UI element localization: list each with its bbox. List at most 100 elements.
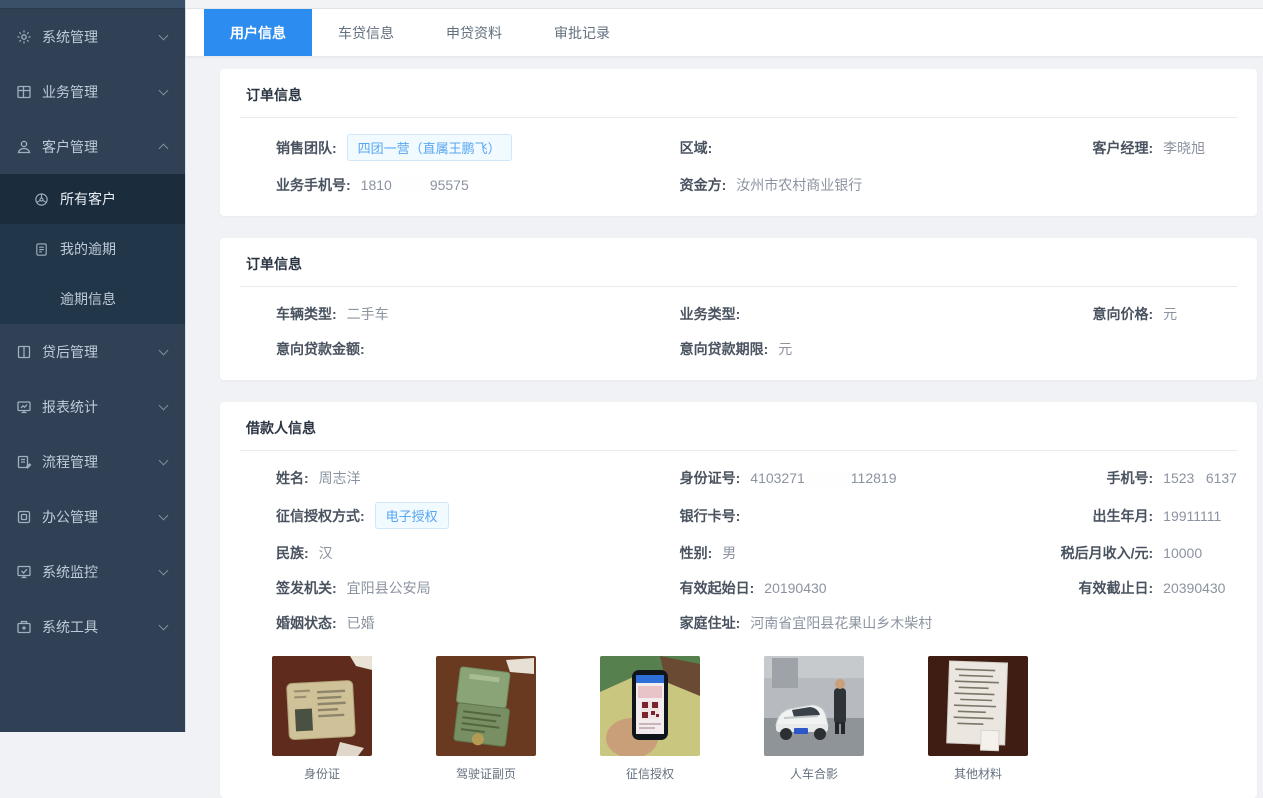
user-icon <box>16 139 32 155</box>
sidebar-item-label: 客户管理 <box>42 137 98 157</box>
sidebar-item-label: 流程管理 <box>42 452 98 472</box>
wheel-icon <box>34 192 49 207</box>
sidebar-item-label: 贷后管理 <box>42 342 98 362</box>
chevron-down-icon <box>159 455 169 465</box>
book-icon <box>16 344 32 360</box>
document-thumbnails: 身份证 驾驶证副页 <box>272 656 1237 782</box>
sidebar-item-label: 办公管理 <box>42 507 98 527</box>
field-valid-from: 有效起始日: 20190430 <box>680 577 1036 599</box>
toolbox-icon <box>16 619 32 635</box>
order-info-card-1: 订单信息 销售团队: 四团一营（直属王鹏飞） 区域: 客户经理: 李晓旭 业务手… <box>220 69 1257 216</box>
sidebar-item-label: 报表统计 <box>42 397 98 417</box>
sidebar-item-process-management[interactable]: 流程管理 <box>0 434 185 489</box>
sidebar-item-label: 业务管理 <box>42 82 98 102</box>
chevron-down-icon <box>159 345 169 355</box>
credit-auth-tag: 电子授权 <box>375 502 449 529</box>
sidebar-item-postloan-management[interactable]: 贷后管理 <box>0 324 185 379</box>
sidebar-item-label: 系统管理 <box>42 27 98 47</box>
sidebar-item-system-management[interactable]: 系统管理 <box>0 9 185 64</box>
field-business-type: 业务类型: <box>680 303 1036 325</box>
tab-approval-records[interactable]: 审批记录 <box>528 9 636 56</box>
chevron-down-icon <box>159 400 169 410</box>
chevron-up-icon <box>159 144 169 154</box>
field-intended-loan-amount: 意向贷款金额: <box>276 338 680 360</box>
phone-qr-photo[interactable]: 征信授权 <box>600 656 700 782</box>
customer-management-submenu: 所有客户 我的逾期 逾期信息 <box>0 174 185 324</box>
sidebar-item-all-customers[interactable]: 所有客户 <box>0 174 185 224</box>
field-mobile-phone: 手机号: 15236137 <box>1035 467 1237 489</box>
grid-icon <box>16 84 32 100</box>
tab-loan-application-docs[interactable]: 申贷资料 <box>420 9 528 56</box>
field-account-manager: 客户经理: 李晓旭 <box>1035 134 1237 161</box>
thumbnail-label: 驾驶证副页 <box>436 765 536 782</box>
field-issuing-authority: 签发机关: 宜阳县公安局 <box>276 577 680 599</box>
detail-tabs: 用户信息 车贷信息 申贷资料 审批记录 <box>186 9 1263 56</box>
field-gender: 性别: 男 <box>680 542 1036 564</box>
card-title: 订单信息 <box>240 82 1237 118</box>
field-birth-date: 出生年月: 19911111 <box>1035 502 1237 529</box>
office-icon <box>16 509 32 525</box>
thumbnail-label: 征信授权 <box>600 765 700 782</box>
tab-user-info[interactable]: 用户信息 <box>204 9 312 56</box>
tab-car-loan-info[interactable]: 车贷信息 <box>312 9 420 56</box>
field-intended-loan-term: 意向贷款期限: 元 <box>680 338 1036 360</box>
sidebar-item-business-management[interactable]: 业务管理 <box>0 64 185 119</box>
field-valid-until: 有效截止日: 20390430 <box>1035 577 1237 599</box>
handwritten-doc-photo[interactable]: 其他材料 <box>928 656 1028 782</box>
sidebar-item-overdue-info[interactable]: 逾期信息 <box>0 274 185 324</box>
sidebar-item-system-tools[interactable]: 系统工具 <box>0 599 185 654</box>
chevron-down-icon <box>159 30 169 40</box>
chevron-down-icon <box>159 565 169 575</box>
sidebar: 系统管理 业务管理 客户管理 所有客户 我的逾期 逾期信息 <box>0 0 185 732</box>
field-id-number: 身份证号: 4103271112819 <box>680 467 1036 489</box>
car-person-photo[interactable]: 人车合影 <box>764 656 864 782</box>
field-monthly-income: 税后月收入/元: 10000 <box>1035 542 1237 564</box>
redaction-mask <box>1194 470 1205 487</box>
field-bank-card: 银行卡号: <box>680 502 1036 529</box>
field-intended-price: 意向价格: 元 <box>1035 303 1237 325</box>
field-sales-team: 销售团队: 四团一营（直属王鹏飞） <box>276 134 680 161</box>
field-vehicle-type: 车辆类型: 二手车 <box>276 303 680 325</box>
sidebar-item-my-overdue[interactable]: 我的逾期 <box>0 224 185 274</box>
field-name: 姓名: 周志洋 <box>276 467 680 489</box>
field-credit-auth-method: 征信授权方式: 电子授权 <box>276 502 680 529</box>
sidebar-item-office-management[interactable]: 办公管理 <box>0 489 185 544</box>
gear-icon <box>16 29 32 45</box>
field-region: 区域: <box>680 134 1036 161</box>
borrower-info-card: 借款人信息 姓名: 周志洋 身份证号: 4103271112819 手机号: 1… <box>220 402 1257 798</box>
field-ethnicity: 民族: 汉 <box>276 542 680 564</box>
field-home-address: 家庭住址: 河南省宜阳县花果山乡木柴村 <box>680 612 1036 634</box>
sidebar-item-label: 系统工具 <box>42 617 98 637</box>
drivers-license-photo[interactable]: 驾驶证副页 <box>436 656 536 782</box>
sidebar-top-strip <box>0 0 185 9</box>
chevron-down-icon <box>159 85 169 95</box>
sidebar-item-label: 所有客户 <box>60 189 116 209</box>
thumbnail-label: 人车合影 <box>764 765 864 782</box>
sidebar-item-system-monitor[interactable]: 系统监控 <box>0 544 185 599</box>
order-info-card-2: 订单信息 车辆类型: 二手车 业务类型: 意向价格: 元 意向贷款金额: 意向贷… <box>220 238 1257 380</box>
sales-team-tag: 四团一营（直属王鹏飞） <box>347 134 512 161</box>
card-title: 订单信息 <box>240 251 1237 287</box>
field-funder: 资金方: 汝州市农村商业银行 <box>680 174 1036 196</box>
main-content: 用户信息 车贷信息 申贷资料 审批记录 订单信息 销售团队: 四团一营（直属王鹏… <box>185 0 1263 732</box>
sidebar-item-report-statistics[interactable]: 报表统计 <box>0 379 185 434</box>
card-title: 借款人信息 <box>240 415 1237 451</box>
sidebar-item-customer-management[interactable]: 客户管理 <box>0 119 185 174</box>
field-marital-status: 婚姻状态: 已婚 <box>276 612 680 634</box>
chevron-down-icon <box>159 620 169 630</box>
sidebar-item-label: 逾期信息 <box>60 289 116 309</box>
redaction-mask <box>392 177 430 194</box>
thumbnail-label: 其他材料 <box>928 765 1028 782</box>
redaction-mask <box>805 470 851 487</box>
content-top-strip <box>186 0 1263 9</box>
chart-monitor-icon <box>16 399 32 415</box>
sidebar-item-label: 我的逾期 <box>60 239 116 259</box>
chevron-down-icon <box>159 510 169 520</box>
thumbnail-label: 身份证 <box>272 765 372 782</box>
sidebar-item-label: 系统监控 <box>42 562 98 582</box>
id-card-photo[interactable]: 身份证 <box>272 656 372 782</box>
monitor-check-icon <box>16 564 32 580</box>
field-business-phone: 业务手机号: 181095575 <box>276 174 680 196</box>
document-icon <box>34 242 49 257</box>
workflow-icon <box>16 454 32 470</box>
